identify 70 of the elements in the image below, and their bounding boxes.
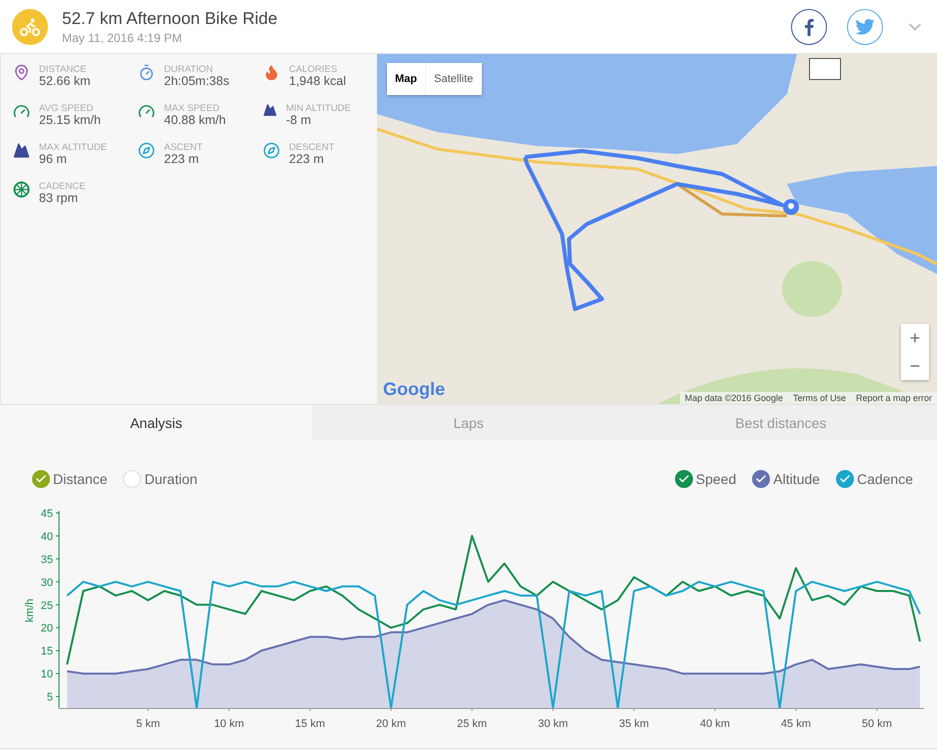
stat-label: DURATION	[164, 64, 214, 75]
stat-label: DESCENT	[289, 142, 334, 153]
map-logo: Google	[383, 379, 445, 400]
speedometer-icon	[138, 103, 155, 120]
stat-value: 223 m	[289, 153, 325, 166]
series-toggle[interactable]: Speed	[674, 460, 736, 498]
bird-icon	[855, 18, 875, 34]
activity-date: May 11, 2016 4:19 PM	[62, 30, 183, 44]
stat-value: 83 rpm	[39, 192, 79, 205]
tick-label: 35 km	[618, 718, 649, 730]
tick-label: 30 km	[538, 718, 568, 730]
zoom-out-button[interactable]: −	[901, 352, 929, 380]
tick-label: 15	[40, 646, 53, 658]
stat-value: 52.66 km	[39, 75, 90, 88]
axis-mode-toggle[interactable]: Duration	[123, 460, 198, 498]
map-pin-icon	[13, 64, 30, 81]
map-type-button[interactable]: Satellite	[426, 63, 482, 95]
map-type-button[interactable]: Map	[387, 63, 426, 95]
stat-value: 96 m	[39, 153, 68, 166]
tick-label: 15 km	[295, 718, 326, 730]
compass-icon	[263, 142, 280, 159]
tick-label: 45	[40, 508, 53, 520]
zoom-in-button[interactable]: +	[901, 324, 929, 352]
stat-label: ASCENT	[164, 142, 203, 153]
axis-title: km/h	[24, 598, 36, 622]
stat-value: 223 m	[164, 153, 200, 166]
tick-label: 20 km	[376, 718, 406, 730]
activity-title: 52.7 km Afternoon Bike Ride	[62, 8, 278, 28]
mountain-icon	[13, 142, 30, 159]
tick-label: 10	[40, 668, 53, 681]
stat-label: MIN ALTITUDE	[286, 103, 351, 114]
tick-label: 25	[40, 600, 53, 612]
stat-value: 40.88 km/h	[164, 114, 226, 127]
map-link[interactable]: Report a map error	[850, 392, 937, 404]
tick-label: 20	[40, 622, 53, 635]
speedometer-icon	[13, 103, 30, 120]
tick-label: 5	[46, 692, 53, 704]
tick-label: 40	[40, 530, 53, 543]
map-link[interactable]: Terms of Use	[788, 392, 851, 404]
series-toggle[interactable]: Cadence	[836, 460, 913, 498]
stat-value: -8 m	[286, 114, 312, 127]
stat-label: CADENCE	[39, 181, 86, 192]
axis-mode-toggle[interactable]: Distance	[32, 460, 108, 498]
tick-label: 45 km	[780, 718, 811, 730]
tick-label: 50 km	[862, 718, 892, 730]
series-toggle[interactable]: Altitude	[752, 460, 820, 498]
stat-label: MAX SPEED	[164, 103, 220, 114]
facebook-icon	[804, 18, 814, 36]
map-attribution: Map data ©2016 Google	[684, 392, 784, 404]
tick-label: 30	[40, 576, 53, 589]
stopwatch-icon	[138, 64, 155, 81]
compass-icon	[138, 142, 155, 159]
facebook-share-button[interactable]	[791, 8, 827, 44]
tick-label: 25 km	[457, 718, 487, 730]
stat-label: AVG SPEED	[39, 103, 94, 114]
flame-icon	[263, 64, 280, 81]
tick-label: 5 km	[136, 718, 160, 730]
stat-value: 25.15 km/h	[39, 114, 101, 127]
tick-label: 40 km	[700, 718, 730, 730]
stat-value: 1,948 kcal	[289, 75, 346, 88]
mountain-icon	[263, 103, 277, 117]
stat-label: DISTANCE	[39, 64, 88, 75]
fullscreen-icon[interactable]	[809, 58, 841, 80]
stat-label: MAX ALTITUDE	[39, 142, 107, 153]
stat-value: 2h:05m:38s	[164, 75, 230, 88]
tick-label: 35	[40, 554, 53, 566]
location-pin-icon	[783, 199, 799, 215]
wheel-icon	[13, 181, 30, 198]
stat-label: CALORIES	[289, 64, 338, 75]
tick-label: 10 km	[214, 718, 244, 730]
